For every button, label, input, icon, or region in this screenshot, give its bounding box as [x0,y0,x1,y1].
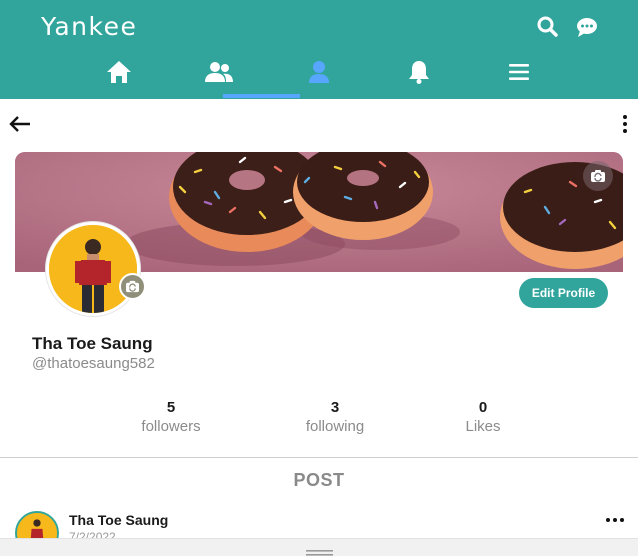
stat-likes[interactable]: 0 Likes [428,398,538,437]
nav-home[interactable] [101,57,137,87]
change-cover-photo-button[interactable] [583,161,613,191]
stat-followers[interactable]: 5 followers [116,398,226,437]
stat-value: 5 [166,399,176,416]
edit-profile-button[interactable]: Edit Profile [519,278,608,308]
stat-following[interactable]: 3 following [280,398,390,437]
nav-menu[interactable] [501,57,537,87]
stat-value: 3 [330,399,340,416]
stat-label: following [305,418,365,435]
nav-profile[interactable] [301,57,337,87]
camera-rotate-icon [591,170,605,182]
change-avatar-button[interactable] [119,273,146,300]
chat-icon[interactable] [574,14,600,40]
section-divider [0,457,638,458]
stat-value: 0 [478,399,488,416]
avatar[interactable] [46,222,140,316]
menu-icon [509,64,529,80]
stat-label: followers [141,418,201,435]
post-more-icon[interactable] [604,512,626,528]
users-icon [205,62,233,82]
bell-icon [409,61,429,84]
drag-handle-icon[interactable] [306,544,333,556]
camera-rotate-icon [126,280,139,293]
stat-label: Likes [465,418,501,435]
app-header: Yankee [0,0,638,99]
user-icon [309,61,329,83]
profile-name: Tha Toe Saung [32,334,153,353]
nav-notifications[interactable] [401,57,437,87]
posts-section-title: POST [293,470,345,490]
home-icon [107,61,131,83]
back-arrow-icon[interactable] [8,112,32,136]
active-tab-indicator [223,94,300,98]
profile-handle: @thatoesaung582 [32,355,155,372]
more-options-icon[interactable] [617,112,633,136]
nav-friends[interactable] [201,57,237,87]
app-title[interactable]: Yankee [41,12,137,41]
post-author-name[interactable]: Tha Toe Saung [69,512,168,528]
profile-page: Yankee Edit Profile Tha Toe Saung @thato… [0,0,638,556]
search-icon[interactable] [535,14,561,40]
